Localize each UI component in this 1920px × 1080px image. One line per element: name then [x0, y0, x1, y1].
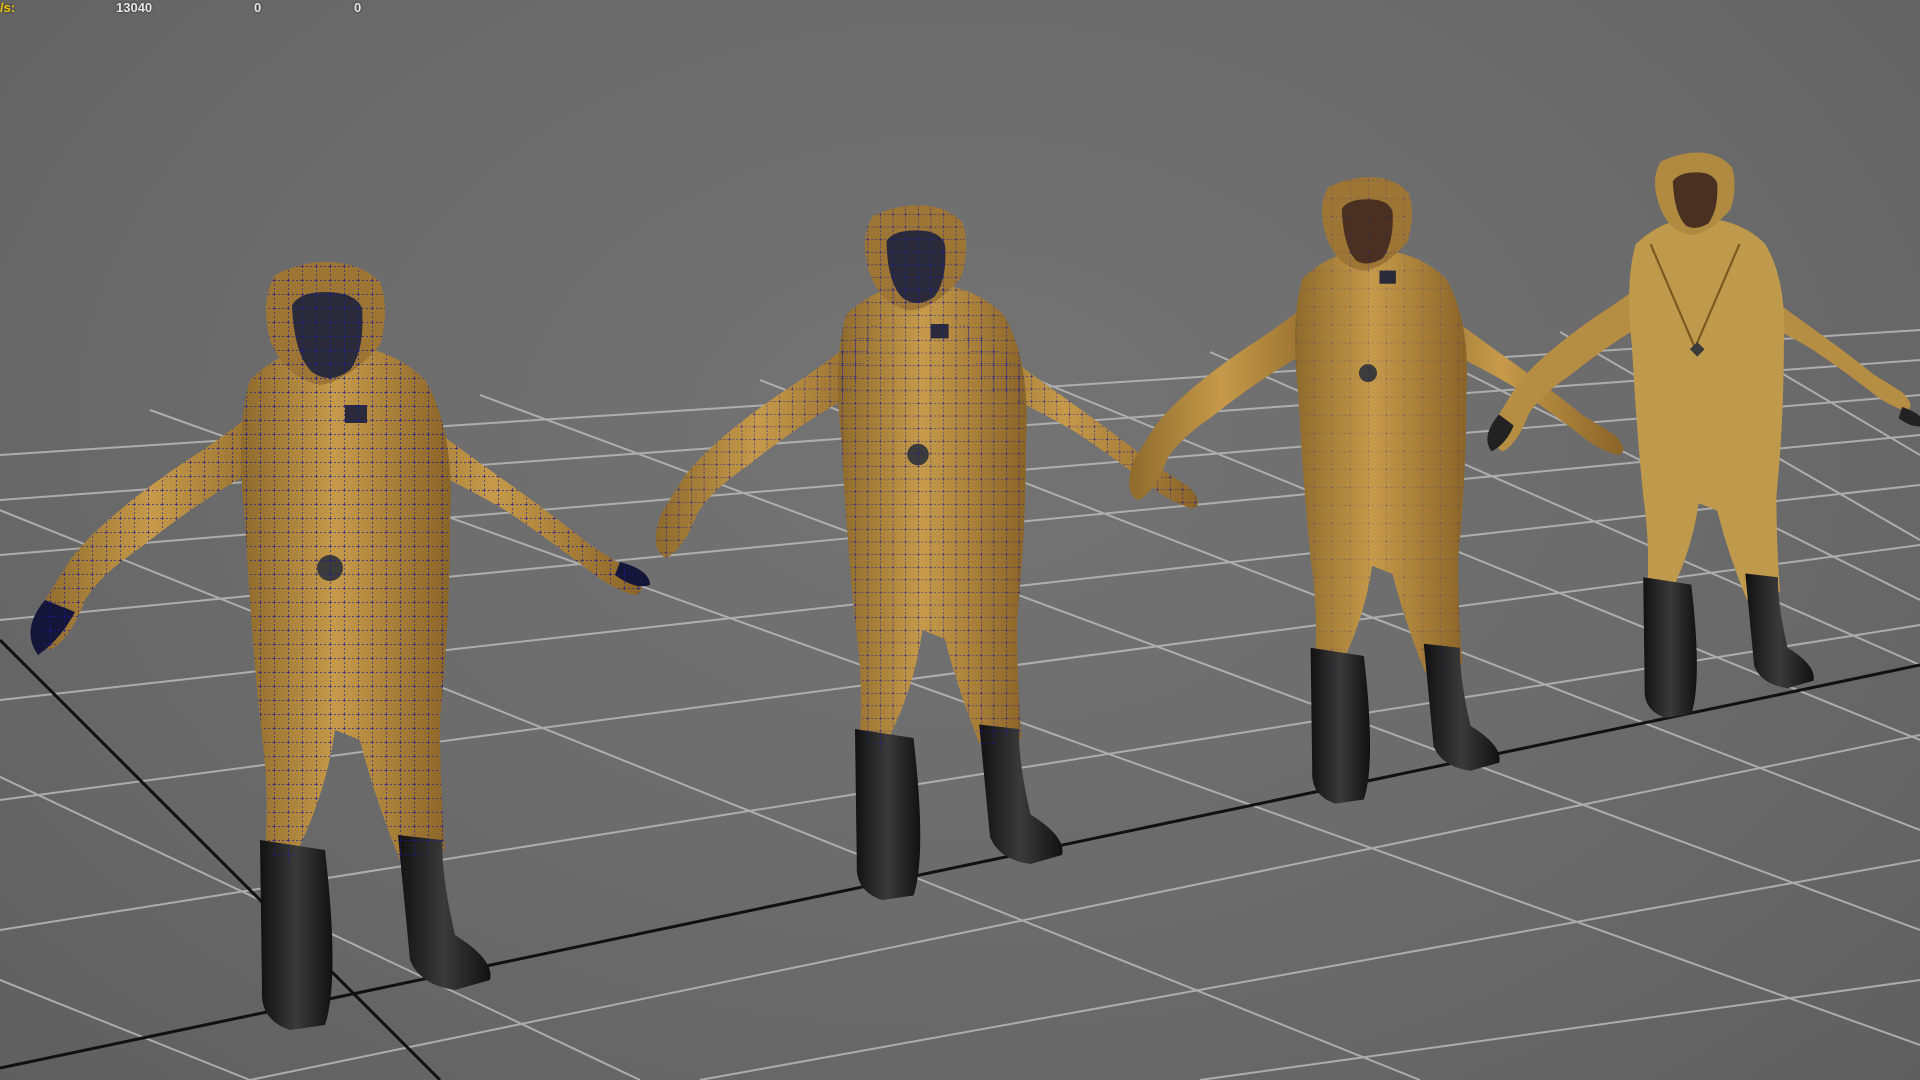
hazmat-figure-1[interactable]	[30, 262, 650, 1030]
hazmat-figure-4[interactable]	[1487, 152, 1920, 718]
hazmat-figure-2[interactable]	[655, 205, 1199, 901]
scene-canvas[interactable]	[0, 0, 1920, 1080]
hazmat-figure-3[interactable]	[1129, 177, 1624, 804]
3d-viewport[interactable]: /s: 13040 0 0	[0, 0, 1920, 1080]
